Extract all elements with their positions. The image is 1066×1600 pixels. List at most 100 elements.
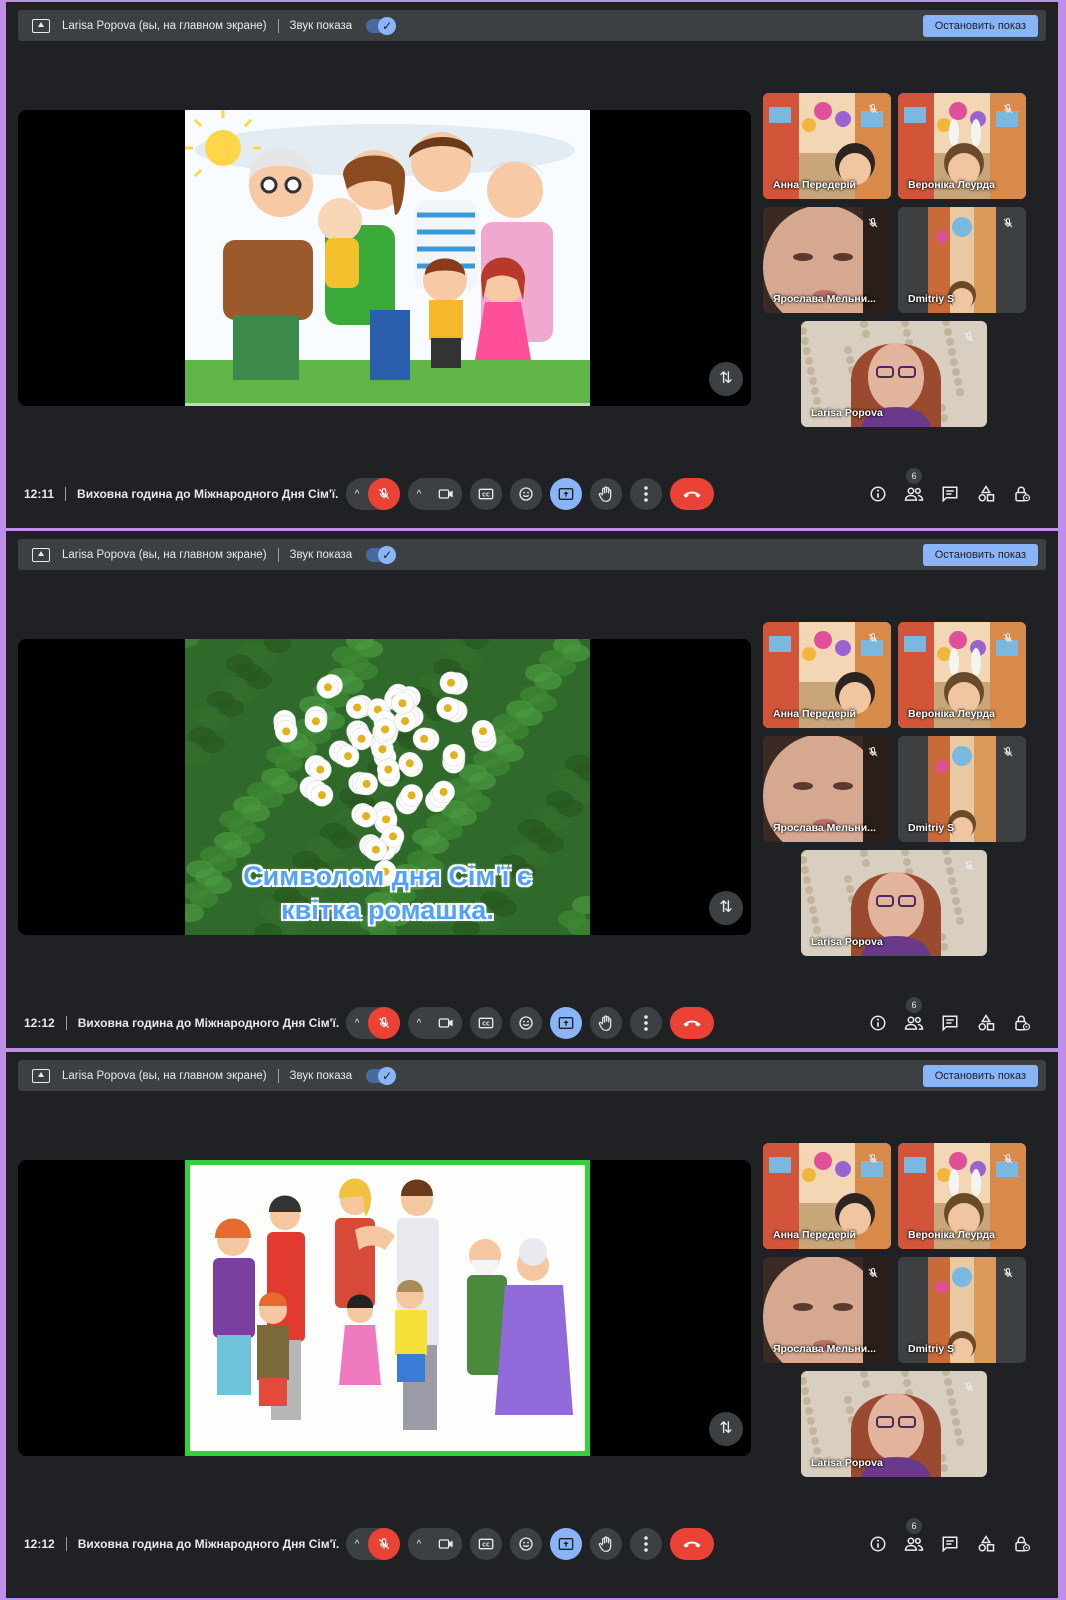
- audio-toggle[interactable]: ✓: [366, 545, 397, 564]
- participant-name: Larisa Popova: [811, 1457, 883, 1469]
- raise-hand-icon[interactable]: [590, 478, 622, 510]
- people-icon[interactable]: 6: [896, 997, 932, 1041]
- participant-tile[interactable]: Анна Передерій: [763, 93, 891, 199]
- participant-tile[interactable]: Dmitriy S: [898, 736, 1026, 842]
- svg-text:CC: CC: [482, 493, 490, 499]
- host-controls-icon[interactable]: [1004, 1526, 1040, 1562]
- participant-tile[interactable]: Анна Передерій: [763, 1143, 891, 1249]
- chevron-up-icon[interactable]: ^: [408, 1539, 430, 1550]
- mic-off-icon[interactable]: [368, 478, 400, 510]
- participant-tile[interactable]: Larisa Popova: [801, 321, 987, 427]
- participant-tile[interactable]: Larisa Popova: [801, 850, 987, 956]
- mic-control[interactable]: ^: [346, 1528, 400, 1560]
- participant-name: Larisa Popova: [811, 936, 883, 948]
- people-icon[interactable]: 6: [896, 468, 932, 512]
- camera-control[interactable]: ^: [408, 478, 462, 510]
- participant-name: Ярослава Мельни...: [773, 822, 876, 834]
- chevron-up-icon[interactable]: ^: [346, 489, 368, 500]
- more-icon[interactable]: [630, 1528, 662, 1560]
- stop-presenting-button[interactable]: Остановить показ: [922, 1064, 1038, 1087]
- audio-toggle[interactable]: ✓: [366, 1066, 397, 1085]
- captions-icon[interactable]: CC: [470, 1007, 502, 1039]
- info-icon[interactable]: [860, 476, 896, 512]
- participant-name: Анна Передерій: [773, 1229, 856, 1241]
- chat-icon[interactable]: [932, 476, 968, 512]
- camera-icon[interactable]: [430, 1007, 462, 1039]
- slide-caption-line2: квітка ромашка.: [281, 895, 494, 925]
- participant-tile[interactable]: Вероніка Леурда: [898, 622, 1026, 728]
- participant-tile[interactable]: Ярослава Мельни...: [763, 736, 891, 842]
- hangup-icon[interactable]: [670, 1007, 714, 1039]
- participant-name: Вероніка Леурда: [908, 1229, 995, 1241]
- host-controls-icon[interactable]: [1004, 1005, 1040, 1041]
- captions-icon[interactable]: CC: [470, 1528, 502, 1560]
- mic-off-icon: [1002, 746, 1016, 760]
- participant-name: Вероніка Леурда: [908, 708, 995, 720]
- meet-screen-1: Larisa Popova (вы, на главном экране) Зв…: [6, 2, 1058, 528]
- chevron-up-icon[interactable]: ^: [408, 1018, 430, 1029]
- participant-tile[interactable]: Анна Передерій: [763, 622, 891, 728]
- info-icon[interactable]: [860, 1005, 896, 1041]
- participant-tile[interactable]: Ярослава Мельни...: [763, 207, 891, 313]
- raise-hand-icon[interactable]: [590, 1528, 622, 1560]
- present-now-icon[interactable]: [550, 1528, 582, 1560]
- emoji-icon[interactable]: [510, 1528, 542, 1560]
- chevron-up-icon[interactable]: ^: [408, 489, 430, 500]
- swap-icon[interactable]: ⇅: [709, 1412, 743, 1446]
- participant-tile[interactable]: Dmitriy S: [898, 207, 1026, 313]
- participant-tile[interactable]: Ярослава Мельни...: [763, 1257, 891, 1363]
- camera-control[interactable]: ^: [408, 1528, 462, 1560]
- slide-caption-line1: Символом дня Сім'ї є: [243, 861, 532, 891]
- stop-presenting-button[interactable]: Остановить показ: [922, 14, 1038, 37]
- participant-tile[interactable]: Dmitriy S: [898, 1257, 1026, 1363]
- audio-label: Звук показа: [289, 1069, 353, 1082]
- participant-tile[interactable]: Вероніка Леурда: [898, 1143, 1026, 1249]
- stop-presenting-button[interactable]: Остановить показ: [922, 543, 1038, 566]
- audio-toggle[interactable]: ✓: [366, 16, 397, 35]
- mic-off-icon[interactable]: [368, 1007, 400, 1039]
- participant-tile[interactable]: Larisa Popova: [801, 1371, 987, 1477]
- activities-icon[interactable]: [968, 1526, 1004, 1562]
- camera-icon[interactable]: [430, 478, 462, 510]
- presented-slide: [185, 1160, 590, 1456]
- mic-control[interactable]: ^: [346, 1007, 400, 1039]
- activities-icon[interactable]: [968, 1005, 1004, 1041]
- participant-tile[interactable]: Вероніка Леурда: [898, 93, 1026, 199]
- control-bar: 12:11 Виховна година до Міжнародного Дня…: [6, 468, 1058, 512]
- emoji-icon[interactable]: [510, 478, 542, 510]
- info-icon[interactable]: [860, 1526, 896, 1562]
- swap-icon[interactable]: ⇅: [709, 362, 743, 396]
- more-icon[interactable]: [630, 478, 662, 510]
- participant-name: Ярослава Мельни...: [773, 293, 876, 305]
- host-controls-icon[interactable]: [1004, 476, 1040, 512]
- mic-control[interactable]: ^: [346, 478, 400, 510]
- participant-name: Dmitriy S: [908, 1343, 955, 1355]
- hangup-icon[interactable]: [670, 1528, 714, 1560]
- camera-icon[interactable]: [430, 1528, 462, 1560]
- more-icon[interactable]: [630, 1007, 662, 1039]
- present-now-icon[interactable]: [550, 478, 582, 510]
- hangup-icon[interactable]: [670, 478, 714, 510]
- divider: [277, 547, 279, 562]
- chat-icon[interactable]: [932, 1526, 968, 1562]
- mic-off-icon: [867, 1153, 881, 1167]
- mic-off-icon: [867, 217, 881, 231]
- mic-off-icon[interactable]: [368, 1528, 400, 1560]
- camera-control[interactable]: ^: [408, 1007, 462, 1039]
- svg-text:CC: CC: [482, 1543, 490, 1549]
- raise-hand-icon[interactable]: [590, 1007, 622, 1039]
- emoji-icon[interactable]: [510, 1007, 542, 1039]
- divider: [277, 1068, 279, 1083]
- swap-icon[interactable]: ⇅: [709, 891, 743, 925]
- presenting-text: Larisa Popova (вы, на главном экране): [62, 19, 267, 32]
- mic-off-icon: [867, 103, 881, 117]
- chevron-up-icon[interactable]: ^: [346, 1018, 368, 1029]
- chevron-up-icon[interactable]: ^: [346, 1539, 368, 1550]
- divider: [65, 1537, 67, 1551]
- chat-icon[interactable]: [932, 1005, 968, 1041]
- captions-icon[interactable]: CC: [470, 478, 502, 510]
- activities-icon[interactable]: [968, 476, 1004, 512]
- people-icon[interactable]: 6: [896, 1518, 932, 1562]
- present-now-icon[interactable]: [550, 1007, 582, 1039]
- meeting-title: Виховна година до Міжнародного Дня Сім'ї…: [77, 487, 339, 501]
